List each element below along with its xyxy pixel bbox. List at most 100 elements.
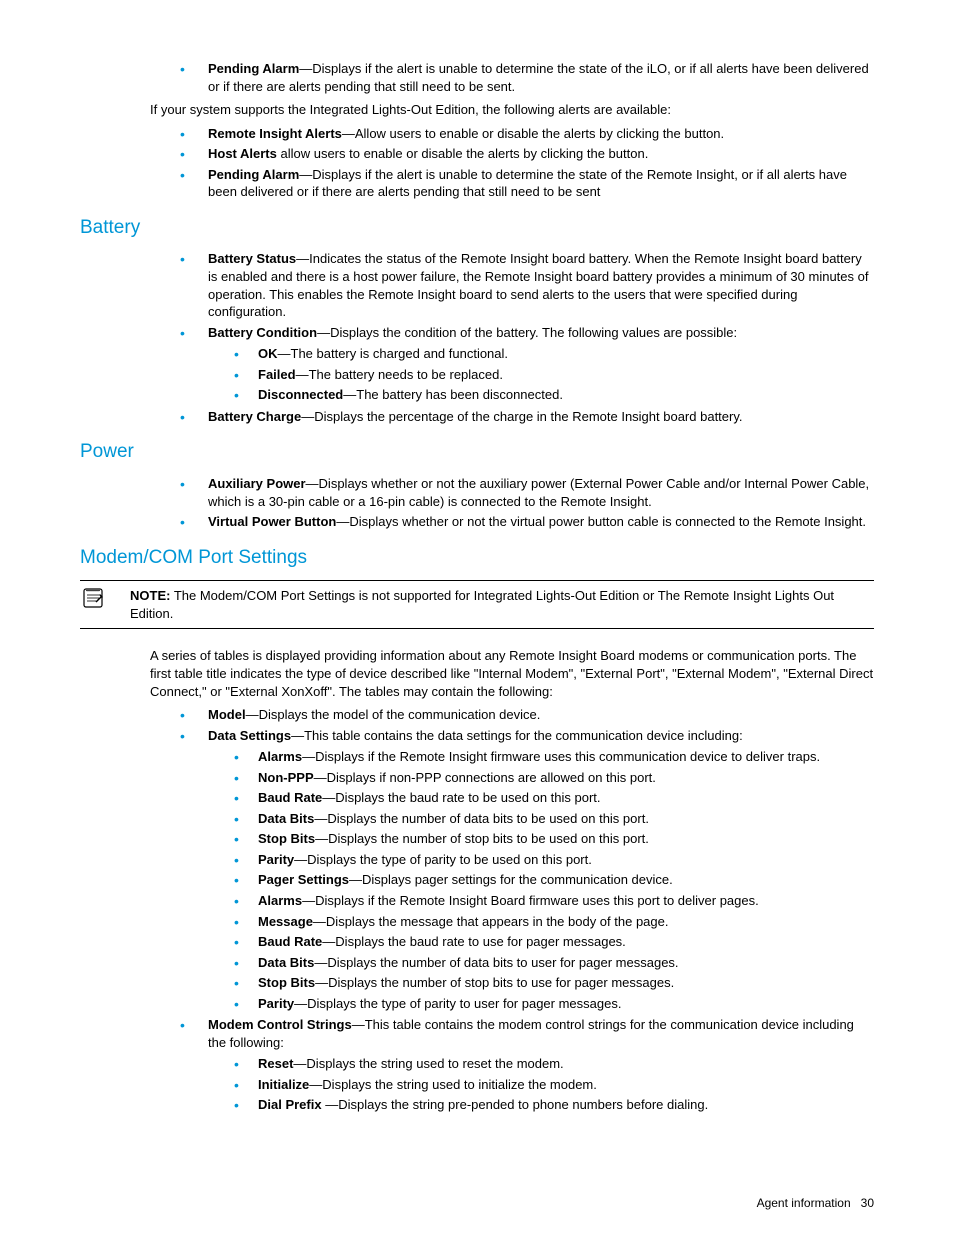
list-item: Pending Alarm—Displays if the alert is u… (180, 166, 874, 201)
modem-heading: Modem/COM Port Settings (80, 545, 874, 571)
term: Stop Bits (258, 975, 315, 990)
modem-para: A series of tables is displayed providin… (150, 647, 874, 700)
desc: —Displays the condition of the battery. … (317, 325, 737, 340)
list-item: Failed—The battery needs to be replaced. (234, 366, 874, 384)
term: Message (258, 914, 313, 929)
list-item: Initialize—Displays the string used to i… (234, 1076, 874, 1094)
list-item: Host Alerts allow users to enable or dis… (180, 145, 874, 163)
desc: —Displays the model of the communication… (246, 707, 541, 722)
desc: —Displays the message that appears in th… (313, 914, 669, 929)
desc: —Displays the baud rate to be used on th… (322, 790, 600, 805)
desc: —Displays the number of data bits to use… (314, 955, 678, 970)
desc: —Displays the type of parity to be used … (294, 852, 592, 867)
list-item: Data Bits—Displays the number of data bi… (234, 954, 874, 972)
list-item: Pending Alarm—Displays if the alert is u… (180, 60, 874, 95)
intro-section: Pending Alarm—Displays if the alert is u… (150, 60, 874, 201)
intro-list-1: Pending Alarm—Displays if the alert is u… (150, 60, 874, 95)
term: Parity (258, 852, 294, 867)
desc: —Indicates the status of the Remote Insi… (208, 251, 868, 319)
list-item: Battery Status—Indicates the status of t… (180, 250, 874, 320)
term: Data Settings (208, 728, 291, 743)
list-item: Non-PPP—Displays if non-PPP connections … (234, 769, 874, 787)
list-item: OK—The battery is charged and functional… (234, 345, 874, 363)
desc: —This table contains the data settings f… (291, 728, 743, 743)
list-item: Pager Settings—Displays pager settings f… (234, 871, 874, 889)
battery-heading: Battery (80, 215, 874, 241)
term: Data Bits (258, 811, 314, 826)
term: Remote Insight Alerts (208, 126, 342, 141)
desc: —Displays the number of stop bits to use… (315, 975, 674, 990)
modem-section: A series of tables is displayed providin… (150, 647, 874, 1114)
list-item: Alarms—Displays if the Remote Insight Bo… (234, 892, 874, 910)
power-section: Auxiliary Power—Displays whether or not … (150, 475, 874, 531)
note-label: NOTE: (130, 588, 170, 603)
term: Initialize (258, 1077, 309, 1092)
list-item: Battery Charge—Displays the percentage o… (180, 408, 874, 426)
list-item: Virtual Power Button—Displays whether or… (180, 513, 874, 531)
list-item: Stop Bits—Displays the number of stop bi… (234, 974, 874, 992)
desc: —Displays the baud rate to use for pager… (322, 934, 626, 949)
list-item: Auxiliary Power—Displays whether or not … (180, 475, 874, 510)
term: Pending Alarm (208, 167, 299, 182)
term: Baud Rate (258, 934, 322, 949)
term: Stop Bits (258, 831, 315, 846)
list-item: Data Bits—Displays the number of data bi… (234, 810, 874, 828)
term: Baud Rate (258, 790, 322, 805)
term: Modem Control Strings (208, 1017, 352, 1032)
modem-list: Model—Displays the model of the communic… (150, 706, 874, 1114)
footer-page: 30 (861, 1196, 874, 1210)
term: Pager Settings (258, 872, 349, 887)
desc: —Displays the string used to initialize … (309, 1077, 597, 1092)
power-heading: Power (80, 439, 874, 465)
note-rule-bottom (80, 628, 874, 629)
desc: —Displays whether or not the auxiliary p… (208, 476, 869, 509)
note-icon (80, 587, 130, 609)
list-item: Dial Prefix —Displays the string pre-pen… (234, 1096, 874, 1114)
list-item: Model—Displays the model of the communic… (180, 706, 874, 724)
list-item: Modem Control Strings—This table contain… (180, 1016, 874, 1114)
desc: —Displays the percentage of the charge i… (301, 409, 742, 424)
term: Battery Status (208, 251, 296, 266)
desc: —The battery needs to be replaced. (296, 367, 503, 382)
note-body: The Modem/COM Port Settings is not suppo… (130, 588, 834, 621)
term: Disconnected (258, 387, 343, 402)
intro-supports-text: If your system supports the Integrated L… (150, 101, 874, 119)
desc: —Displays pager settings for the communi… (349, 872, 673, 887)
power-list: Auxiliary Power—Displays whether or not … (150, 475, 874, 531)
term: OK (258, 346, 278, 361)
list-item: Baud Rate—Displays the baud rate to be u… (234, 789, 874, 807)
footer-section: Agent information (757, 1196, 851, 1210)
list-item: Message—Displays the message that appear… (234, 913, 874, 931)
note-block: NOTE: The Modem/COM Port Settings is not… (80, 580, 874, 629)
term: Host Alerts (208, 146, 277, 161)
list-item: Disconnected—The battery has been discon… (234, 386, 874, 404)
list-item: Data Settings—This table contains the da… (180, 727, 874, 1013)
term: Pending Alarm (208, 61, 299, 76)
desc: —Displays the number of data bits to be … (314, 811, 649, 826)
list-item: Alarms—Displays if the Remote Insight fi… (234, 748, 874, 766)
desc: —Allow users to enable or disable the al… (342, 126, 724, 141)
term: Non-PPP (258, 770, 314, 785)
term: Parity (258, 996, 294, 1011)
desc: —The battery is charged and functional. (278, 346, 509, 361)
note-text: NOTE: The Modem/COM Port Settings is not… (130, 587, 874, 622)
desc: —Displays if the alert is unable to dete… (208, 61, 869, 94)
desc: —Displays the type of parity to user for… (294, 996, 621, 1011)
list-item: Parity—Displays the type of parity to be… (234, 851, 874, 869)
term: Dial Prefix (258, 1097, 325, 1112)
desc: —Displays whether or not the virtual pow… (336, 514, 866, 529)
desc: allow users to enable or disable the ale… (277, 146, 648, 161)
note-row: NOTE: The Modem/COM Port Settings is not… (80, 581, 874, 628)
intro-list-2: Remote Insight Alerts—Allow users to ena… (150, 125, 874, 201)
term: Alarms (258, 893, 302, 908)
term: Model (208, 707, 246, 722)
list-item: Battery Condition—Displays the condition… (180, 324, 874, 404)
term: Virtual Power Button (208, 514, 336, 529)
term: Failed (258, 367, 296, 382)
desc: —Displays the number of stop bits to be … (315, 831, 649, 846)
mcs-sublist: Reset—Displays the string used to reset … (208, 1055, 874, 1114)
desc: —Displays if non-PPP connections are all… (314, 770, 656, 785)
term: Auxiliary Power (208, 476, 306, 491)
list-item: Stop Bits—Displays the number of stop bi… (234, 830, 874, 848)
term: Alarms (258, 749, 302, 764)
